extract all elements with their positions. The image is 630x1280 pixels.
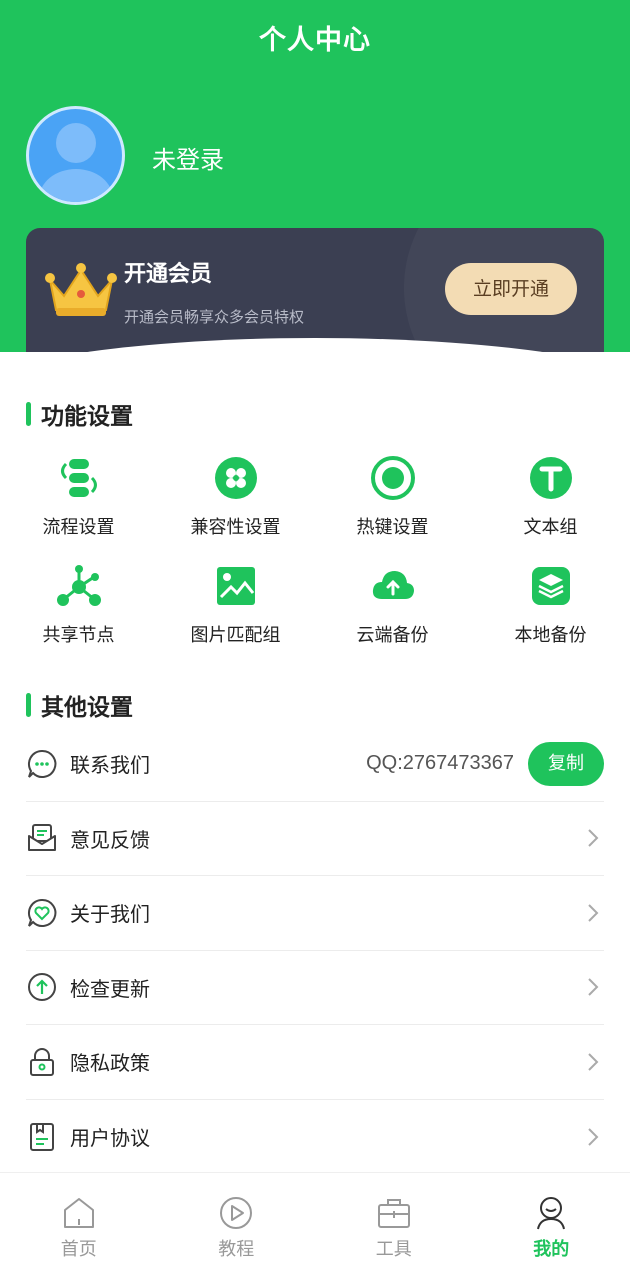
copy-button[interactable]: 复制: [528, 741, 604, 786]
tab-tools[interactable]: 工具: [315, 1173, 473, 1280]
row-agreement[interactable]: 用户协议: [26, 1100, 604, 1175]
vip-title: 开通会员: [124, 262, 213, 287]
grid-item-local-backup[interactable]: 本地备份: [472, 563, 629, 647]
row-update[interactable]: 检查更新: [26, 951, 604, 1025]
process-icon: [60, 459, 97, 497]
open-vip-button[interactable]: 立即开通: [445, 263, 577, 315]
other-settings-title: 其他设置: [26, 688, 133, 722]
grid-item-text-group[interactable]: 文本组: [472, 455, 629, 539]
contact-label: 联系我们: [70, 753, 150, 778]
local-backup-icon: [531, 567, 570, 605]
home-icon: [63, 1198, 94, 1228]
tab-profile[interactable]: 我的: [473, 1173, 630, 1280]
vip-card[interactable]: 开通会员 开通会员畅享众多会员特权 立即开通: [26, 228, 604, 352]
privacy-icon: [30, 1047, 54, 1076]
share-node-icon: [56, 565, 101, 606]
grid-item-compatibility[interactable]: 兼容性设置: [157, 455, 314, 539]
row-label: 隐私政策: [70, 1051, 150, 1076]
agreement-icon: [30, 1122, 54, 1151]
grid-item-hotkey[interactable]: 热键设置: [314, 455, 471, 539]
tutorial-icon: [220, 1197, 253, 1229]
toolbox-icon: [377, 1199, 410, 1228]
profile-header: 个人中心 未登录 开通会员 开通会员畅享众多会员特权 立即开通: [0, 0, 630, 352]
login-status[interactable]: 未登录: [152, 140, 224, 175]
chat-icon: [27, 749, 57, 778]
grid-item-image-match[interactable]: 图片匹配组: [157, 563, 314, 647]
vip-subtitle: 开通会员畅享众多会员特权: [124, 308, 305, 326]
feedback-icon: [28, 824, 56, 852]
cloud-backup-icon: [372, 571, 414, 599]
crown-icon: [45, 263, 117, 316]
chevron-right-icon: [588, 829, 599, 847]
tab-tutorial[interactable]: 教程: [158, 1173, 316, 1280]
function-settings-title: 功能设置: [26, 397, 133, 431]
chevron-right-icon: [588, 1053, 599, 1071]
chevron-right-icon: [588, 904, 599, 922]
bottom-tabbar: 首页 教程 工具 我的: [0, 1172, 630, 1280]
other-settings-list: 联系我们 QQ:2767473367 复制 意见反馈 关于我们 检查更新 隐私政…: [26, 727, 604, 1174]
row-privacy[interactable]: 隐私政策: [26, 1025, 604, 1100]
row-label: 意见反馈: [70, 827, 150, 852]
grid-item-cloud-backup[interactable]: 云端备份: [314, 563, 471, 647]
chevron-right-icon: [588, 978, 599, 996]
grid-item-process[interactable]: 流程设置: [0, 455, 157, 539]
row-label: 用户协议: [70, 1126, 150, 1151]
row-label: 检查更新: [70, 976, 150, 1001]
tab-home[interactable]: 首页: [0, 1173, 158, 1280]
profile-icon: [537, 1197, 566, 1230]
grid-item-share-node[interactable]: 共享节点: [0, 563, 157, 647]
qq-number: QQ:2767473367: [366, 752, 514, 775]
hotkey-icon: [370, 456, 415, 500]
page-title: 个人中心: [259, 25, 371, 56]
row-contact: 联系我们 QQ:2767473367 复制: [26, 727, 604, 802]
image-match-icon: [216, 567, 255, 605]
chevron-right-icon: [588, 1128, 599, 1146]
avatar[interactable]: [26, 106, 125, 205]
row-about[interactable]: 关于我们: [26, 876, 604, 951]
row-label: 关于我们: [70, 902, 150, 927]
about-icon: [27, 898, 57, 927]
compatibility-icon: [214, 457, 257, 499]
update-icon: [28, 973, 56, 1002]
row-feedback[interactable]: 意见反馈: [26, 802, 604, 876]
text-group-icon: [529, 457, 572, 499]
